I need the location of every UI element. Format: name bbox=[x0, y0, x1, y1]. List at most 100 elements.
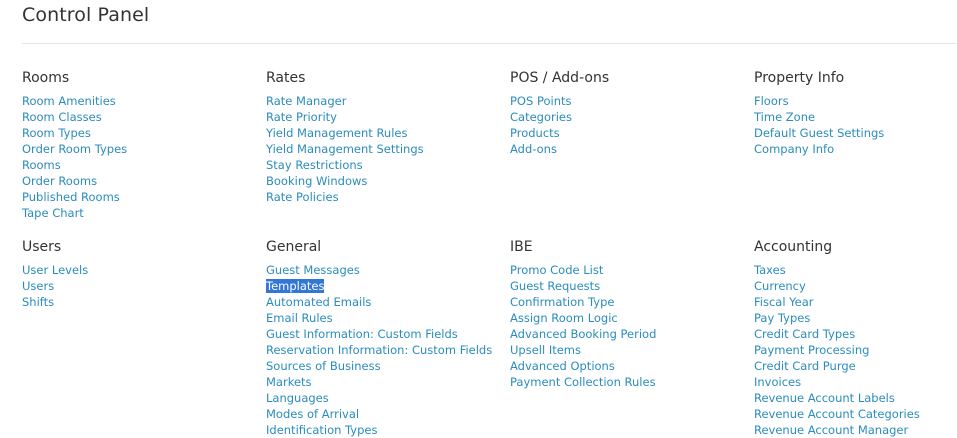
link-revenue-account-categories[interactable]: Revenue Account Categories bbox=[754, 407, 920, 421]
link-shifts[interactable]: Shifts bbox=[22, 295, 54, 309]
link-rate-policies[interactable]: Rate Policies bbox=[266, 190, 339, 204]
link-reservation-information-custom-fields[interactable]: Reservation Information: Custom Fields bbox=[266, 343, 492, 357]
link-tape-chart[interactable]: Tape Chart bbox=[22, 206, 84, 220]
link-yield-management-settings[interactable]: Yield Management Settings bbox=[266, 142, 424, 156]
list-item: Payment Collection Rules bbox=[510, 373, 746, 389]
link-payment-processing[interactable]: Payment Processing bbox=[754, 343, 869, 357]
link-stay-restrictions[interactable]: Stay Restrictions bbox=[266, 158, 363, 172]
link-automated-emails[interactable]: Automated Emails bbox=[266, 295, 371, 309]
link-fiscal-year[interactable]: Fiscal Year bbox=[754, 295, 814, 309]
link-default-guest-settings[interactable]: Default Guest Settings bbox=[754, 126, 884, 140]
list-item: Assign Room Logic bbox=[510, 309, 746, 325]
list-item: Promo Code List bbox=[510, 261, 746, 277]
list-item: Sources of Business bbox=[266, 357, 502, 373]
link-confirmation-type[interactable]: Confirmation Type bbox=[510, 295, 614, 309]
link-revenue-account-labels[interactable]: Revenue Account Labels bbox=[754, 391, 895, 405]
link-products[interactable]: Products bbox=[510, 126, 560, 140]
link-guest-requests[interactable]: Guest Requests bbox=[510, 279, 600, 293]
link-email-rules[interactable]: Email Rules bbox=[266, 311, 333, 325]
link-invoices[interactable]: Invoices bbox=[754, 375, 801, 389]
link-advanced-options[interactable]: Advanced Options bbox=[510, 359, 615, 373]
list-item: Revenue Account Manager bbox=[754, 421, 957, 437]
link-guest-information-custom-fields[interactable]: Guest Information: Custom Fields bbox=[266, 327, 458, 341]
list-item: POS Points bbox=[510, 92, 746, 108]
list-item: Templates bbox=[266, 277, 502, 293]
link-rate-manager[interactable]: Rate Manager bbox=[266, 94, 346, 108]
list-item: Room Classes bbox=[22, 108, 258, 124]
section-title-pos-addons: POS / Add-ons bbox=[510, 70, 610, 86]
link-pay-types[interactable]: Pay Types bbox=[754, 311, 810, 325]
link-add-ons[interactable]: Add-ons bbox=[510, 142, 557, 156]
link-room-amenities[interactable]: Room Amenities bbox=[22, 94, 116, 108]
link-order-rooms[interactable]: Order Rooms bbox=[22, 174, 97, 188]
link-currency[interactable]: Currency bbox=[754, 279, 806, 293]
list-item: Room Amenities bbox=[22, 92, 258, 108]
list-item: Company Info bbox=[754, 140, 957, 156]
link-floors[interactable]: Floors bbox=[754, 94, 789, 108]
link-yield-management-rules[interactable]: Yield Management Rules bbox=[266, 126, 407, 140]
list-item: Booking Windows bbox=[266, 172, 502, 188]
section-general: General Guest Messages Templates Automated… bbox=[266, 238, 502, 437]
links-pos-addons: POS Points Categories Products Add-ons bbox=[510, 92, 746, 156]
list-item: Guest Messages bbox=[266, 261, 502, 277]
link-booking-windows[interactable]: Booking Windows bbox=[266, 174, 367, 188]
link-room-classes[interactable]: Room Classes bbox=[22, 110, 102, 124]
list-item: Reservation Information: Custom Fields bbox=[266, 341, 502, 357]
link-upsell-items[interactable]: Upsell Items bbox=[510, 343, 581, 357]
link-credit-card-types[interactable]: Credit Card Types bbox=[754, 327, 855, 341]
link-taxes[interactable]: Taxes bbox=[754, 263, 786, 277]
section-rooms: Rooms Room Amenities Room Classes Room Typ… bbox=[22, 69, 258, 220]
list-item: Add-ons bbox=[510, 140, 746, 156]
link-pos-points[interactable]: POS Points bbox=[510, 94, 572, 108]
list-item: Order Rooms bbox=[22, 172, 258, 188]
link-revenue-account-manager[interactable]: Revenue Account Manager bbox=[754, 423, 908, 437]
list-item: Modes of Arrival bbox=[266, 405, 502, 421]
section-title-rooms: Rooms bbox=[22, 70, 70, 86]
link-guest-messages[interactable]: Guest Messages bbox=[266, 263, 360, 277]
list-item: Invoices bbox=[754, 373, 957, 389]
section-pos-addons: POS / Add-ons POS Points Categories Produc… bbox=[510, 69, 746, 156]
section-title-rates: Rates bbox=[266, 70, 306, 86]
link-identification-types[interactable]: Identification Types bbox=[266, 423, 377, 437]
link-rate-priority[interactable]: Rate Priority bbox=[266, 110, 337, 124]
list-item: Advanced Booking Period bbox=[510, 325, 746, 341]
link-advanced-booking-period[interactable]: Advanced Booking Period bbox=[510, 327, 656, 341]
list-item: Room Types bbox=[22, 124, 258, 140]
link-company-info[interactable]: Company Info bbox=[754, 142, 834, 156]
list-item: User Levels bbox=[22, 261, 258, 277]
link-rooms[interactable]: Rooms bbox=[22, 158, 61, 172]
list-item: Advanced Options bbox=[510, 357, 746, 373]
link-time-zone[interactable]: Time Zone bbox=[754, 110, 815, 124]
section-title-property-info: Property Info bbox=[754, 70, 845, 86]
section-title-ibe: IBE bbox=[510, 239, 533, 255]
list-item: Upsell Items bbox=[510, 341, 746, 357]
list-item: Identification Types bbox=[266, 421, 502, 437]
links-rates: Rate Manager Rate Priority Yield Managemen… bbox=[266, 92, 502, 204]
link-languages[interactable]: Languages bbox=[266, 391, 329, 405]
list-item: Revenue Account Labels bbox=[754, 389, 957, 405]
list-item: Markets bbox=[266, 373, 502, 389]
link-user-levels[interactable]: User Levels bbox=[22, 263, 88, 277]
list-item: Payment Processing bbox=[754, 341, 957, 357]
list-item: Languages bbox=[266, 389, 502, 405]
link-categories[interactable]: Categories bbox=[510, 110, 572, 124]
link-users[interactable]: Users bbox=[22, 279, 54, 293]
link-markets[interactable]: Markets bbox=[266, 375, 312, 389]
link-sources-of-business[interactable]: Sources of Business bbox=[266, 359, 381, 373]
list-item: Categories bbox=[510, 108, 746, 124]
list-item: Tape Chart bbox=[22, 204, 258, 220]
link-room-types[interactable]: Room Types bbox=[22, 126, 91, 140]
list-item: Users bbox=[22, 277, 258, 293]
list-item: Rate Policies bbox=[266, 188, 502, 204]
link-payment-collection-rules[interactable]: Payment Collection Rules bbox=[510, 375, 656, 389]
section-property-info: Property Info Floors Time Zone Default Gue… bbox=[754, 69, 957, 156]
section-rates: Rates Rate Manager Rate Priority Yield Man… bbox=[266, 69, 502, 204]
link-assign-room-logic[interactable]: Assign Room Logic bbox=[510, 311, 618, 325]
link-promo-code-list[interactable]: Promo Code List bbox=[510, 263, 603, 277]
link-templates[interactable]: Templates bbox=[266, 279, 325, 293]
link-modes-of-arrival[interactable]: Modes of Arrival bbox=[266, 407, 359, 421]
link-order-room-types[interactable]: Order Room Types bbox=[22, 142, 127, 156]
title-divider bbox=[22, 43, 956, 44]
link-published-rooms[interactable]: Published Rooms bbox=[22, 190, 120, 204]
link-credit-card-purge[interactable]: Credit Card Purge bbox=[754, 359, 856, 373]
